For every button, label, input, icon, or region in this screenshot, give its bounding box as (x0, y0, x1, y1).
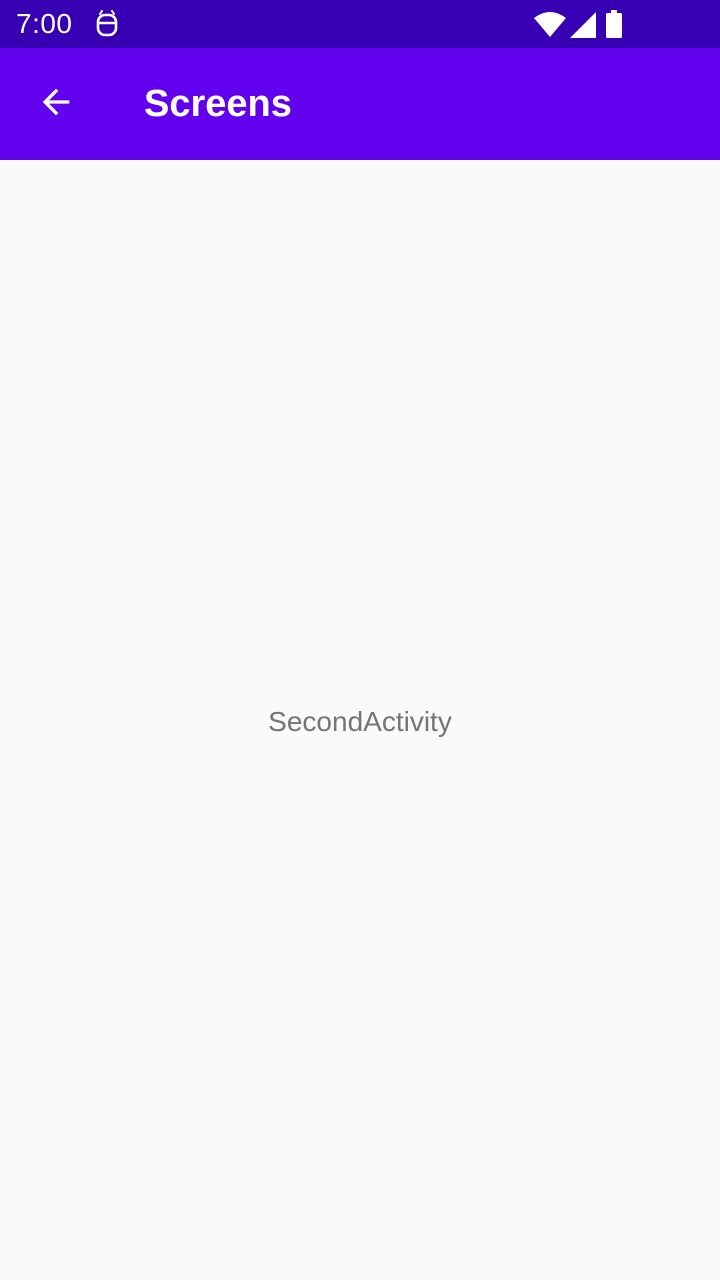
app-bar: Screens (0, 48, 720, 160)
arrow-back-icon (36, 82, 76, 127)
notification-app-icon (94, 10, 120, 38)
main-content: SecondActivity (0, 160, 720, 1280)
status-time: 7:00 (16, 8, 73, 39)
back-button[interactable] (24, 72, 88, 136)
signal-icon (570, 12, 596, 38)
battery-icon (606, 10, 622, 38)
activity-label: SecondActivity (268, 706, 452, 737)
page-title: Screens (144, 83, 292, 125)
wifi-icon (534, 12, 566, 38)
status-bar: 7:00 (0, 0, 720, 48)
